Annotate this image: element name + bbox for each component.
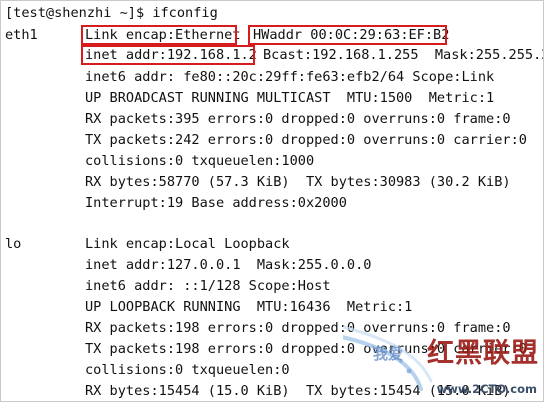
eth1-line-9: Interrupt:19 Base address:0x2000 — [1, 193, 347, 213]
lo-line-6: TX packets:198 errors:0 dropped:0 overru… — [1, 339, 527, 359]
prompt-line: [test@shenzhi ~]$ ifconfig — [1, 3, 218, 23]
eth1-interrupt: Interrupt:19 Base address:0x2000 — [85, 195, 347, 211]
eth1-flags: UP BROADCAST RUNNING MULTICAST MTU:1500 … — [85, 90, 495, 106]
eth1-bytes: RX bytes:58770 (57.3 KiB) TX bytes:30983… — [85, 174, 511, 190]
lo-collisions: collisions:0 txqueuelen:0 — [85, 362, 290, 378]
eth1-bcast-mask: Bcast:192.168.1.255 Mask:255.255.255.0 — [263, 47, 543, 63]
interface-name-eth1: eth1 — [5, 27, 38, 43]
eth1-hwaddr: HWaddr 00:0C:29:63:EF:B2 — [253, 27, 450, 43]
lo-line-4: UP LOOPBACK RUNNING MTU:16436 Metric:1 — [1, 297, 412, 317]
lo-line-5: RX packets:198 errors:0 dropped:0 overru… — [1, 318, 511, 338]
eth1-line-5: RX packets:395 errors:0 dropped:0 overru… — [1, 109, 511, 129]
eth1-line-6: TX packets:242 errors:0 dropped:0 overru… — [1, 130, 527, 150]
eth1-collisions: collisions:0 txqueuelen:1000 — [85, 153, 315, 169]
lo-line-2: inet addr:127.0.0.1 Mask:255.0.0.0 — [1, 255, 371, 275]
lo-link-encap: Link encap:Local Loopback — [85, 236, 290, 252]
shell-prompt: [test@shenzhi ~]$ ifconfig — [5, 5, 218, 21]
lo-tx-packets: TX packets:198 errors:0 dropped:0 overru… — [85, 341, 527, 357]
eth1-line-4: UP BROADCAST RUNNING MULTICAST MTU:1500 … — [1, 88, 494, 108]
eth1-line-8: RX bytes:58770 (57.3 KiB) TX bytes:30983… — [1, 172, 511, 192]
lo-line-8: RX bytes:15454 (15.0 KiB) TX bytes:15454… — [1, 381, 511, 401]
terminal-window[interactable]: [test@shenzhi ~]$ ifconfig eth1 Link enc… — [0, 0, 544, 402]
lo-flags: UP LOOPBACK RUNNING MTU:16436 Metric:1 — [85, 299, 413, 315]
eth1-link-encap: Link encap:Ethernet — [85, 27, 241, 43]
interface-name-lo: lo — [5, 236, 22, 252]
lo-line-3: inet6 addr: ::1/128 Scope:Host — [1, 276, 331, 296]
eth1-line-2: inet addr:192.168.1.2 Bcast:192.168.1.25… — [1, 45, 543, 65]
lo-inet-addr: inet addr:127.0.0.1 Mask:255.0.0.0 — [85, 257, 372, 273]
lo-line-7: collisions:0 txqueuelen:0 — [1, 360, 290, 380]
eth1-inet-addr: inet addr:192.168.1.2 — [85, 47, 257, 63]
eth1-rx-packets: RX packets:395 errors:0 dropped:0 overru… — [85, 111, 511, 127]
lo-bytes: RX bytes:15454 (15.0 KiB) TX bytes:15454… — [85, 383, 511, 399]
lo-inet6: inet6 addr: ::1/128 Scope:Host — [85, 278, 331, 294]
lo-rx-packets: RX packets:198 errors:0 dropped:0 overru… — [85, 320, 511, 336]
eth1-line-3: inet6 addr: fe80::20c:29ff:fe63:efb2/64 … — [1, 67, 494, 87]
eth1-inet6: inet6 addr: fe80::20c:29ff:fe63:efb2/64 … — [85, 69, 495, 85]
eth1-tx-packets: TX packets:242 errors:0 dropped:0 overru… — [85, 132, 527, 148]
lo-line-1: lo Link encap:Local Loopback — [1, 234, 290, 254]
eth1-line-1: eth1 Link encap:Ethernet HWaddr 00:0C:29… — [1, 25, 449, 45]
eth1-line-7: collisions:0 txqueuelen:1000 — [1, 151, 314, 171]
